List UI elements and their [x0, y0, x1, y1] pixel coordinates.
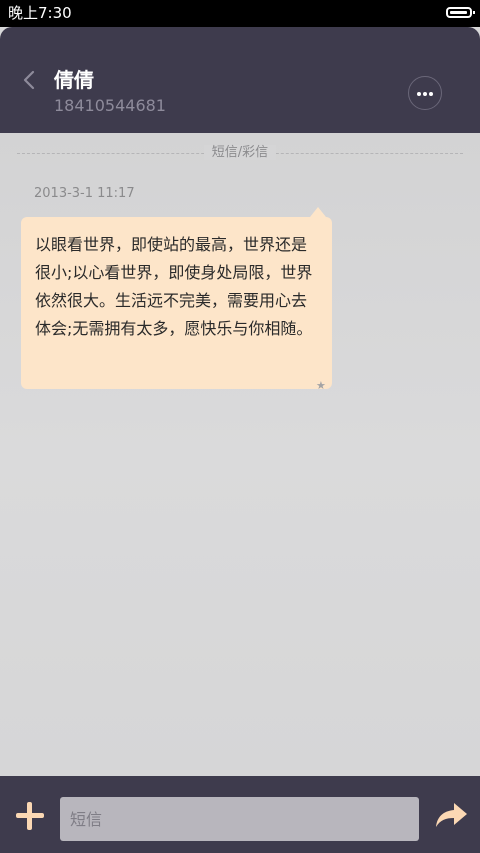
divider-label: 短信/彩信	[203, 145, 277, 160]
more-options-button[interactable]	[408, 76, 442, 110]
message-type-divider: 短信/彩信	[0, 145, 480, 161]
sms-input[interactable]	[60, 797, 419, 841]
message-timestamp: 2013-3-1 11:17	[34, 186, 135, 201]
send-arrow-icon[interactable]	[434, 801, 468, 829]
star-icon: ★	[316, 379, 326, 392]
chevron-left-icon[interactable]	[22, 69, 36, 91]
contact-number: 18410544681	[54, 96, 166, 115]
contact-name: 倩倩	[54, 68, 94, 92]
message-text: 以眼看世界，即使站的最高，世界还是很小;以心看世界，即使身处局限，世界依然很大。…	[35, 235, 313, 338]
more-dots-icon	[417, 92, 421, 96]
conversation-header: 倩倩 18410544681	[0, 27, 480, 133]
message-bubble[interactable]: 以眼看世界，即使站的最高，世界还是很小;以心看世界，即使身处局限，世界依然很大。…	[21, 207, 332, 389]
bubble-tail	[310, 207, 326, 217]
plus-icon[interactable]	[16, 802, 44, 830]
status-bar: 晚上7:30	[0, 0, 480, 27]
compose-bar	[0, 776, 480, 853]
battery-icon	[446, 7, 475, 18]
message-list[interactable]: 短信/彩信 2013-3-1 11:17 以眼看世界，即使站的最高，世界还是很小…	[0, 133, 480, 776]
status-time: 晚上7:30	[8, 4, 72, 22]
